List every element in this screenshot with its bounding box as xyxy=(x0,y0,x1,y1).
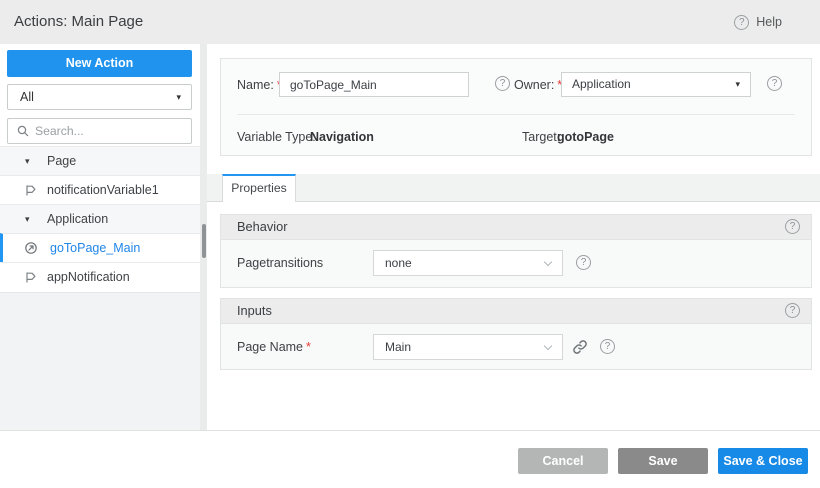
action-tree: ▾ Page notificationVariable1 ▾ Applicati… xyxy=(0,146,200,291)
tree-group-page[interactable]: ▾ Page xyxy=(0,146,200,175)
tab-properties[interactable]: Properties xyxy=(222,174,296,202)
notification-variable-icon xyxy=(24,183,38,197)
save-and-close-button[interactable]: Save & Close xyxy=(718,448,808,474)
search-input[interactable] xyxy=(35,124,175,138)
tree-group-application[interactable]: ▾ Application xyxy=(0,204,200,233)
tree-item-label: appNotification xyxy=(47,270,130,284)
page-name-help-icon[interactable]: ? xyxy=(600,339,615,354)
section-title: Inputs xyxy=(237,303,272,318)
name-input[interactable] xyxy=(279,72,469,97)
chevron-down-icon xyxy=(543,341,553,351)
behavior-section-header: Behavior ? xyxy=(221,215,811,240)
target-value: gotoPage xyxy=(557,130,614,144)
sidebar-scrollbar-thumb[interactable] xyxy=(202,224,206,258)
required-asterisk: * xyxy=(306,340,311,354)
pagetransitions-label: Pagetransitions xyxy=(237,256,324,270)
owner-select[interactable]: Application ▾ xyxy=(561,72,751,97)
tree-group-label: Application xyxy=(47,212,109,226)
help-button[interactable]: ? Help xyxy=(734,0,782,44)
pagetransitions-select-value: none xyxy=(385,256,412,270)
dropdown-arrow-icon: ▾ xyxy=(735,79,740,89)
tab-strip: Properties xyxy=(207,174,820,202)
variable-type-label: Variable Type: xyxy=(237,130,316,144)
panel-divider xyxy=(237,114,795,115)
help-question-icon[interactable]: ? xyxy=(734,14,750,30)
tree-item-appnotification[interactable]: appNotification xyxy=(0,262,200,291)
dialog-header: Actions: Main Page ? Help xyxy=(0,0,820,44)
inputs-section: Inputs ? Page Name * Main ? xyxy=(220,298,812,370)
search-box xyxy=(7,118,192,144)
pagetransitions-help-icon[interactable]: ? xyxy=(576,255,591,270)
cancel-button[interactable]: Cancel xyxy=(518,448,608,474)
behavior-section-body: Pagetransitions none ? xyxy=(221,240,811,286)
section-help-icon[interactable]: ? xyxy=(785,219,800,234)
tree-item-notificationvariable1[interactable]: notificationVariable1 xyxy=(0,175,200,204)
help-label[interactable]: Help xyxy=(756,15,782,29)
tree-group-label: Page xyxy=(47,154,77,168)
save-button[interactable]: Save xyxy=(618,448,708,474)
filter-select-value: All xyxy=(20,90,34,104)
owner-select-value: Application xyxy=(572,77,631,91)
behavior-section: Behavior ? Pagetransitions none ? xyxy=(220,214,812,288)
action-summary-panel: Name:* ? Owner:* Application ▾ ? Variabl… xyxy=(220,58,812,156)
new-action-button[interactable]: New Action xyxy=(7,50,192,77)
filter-select[interactable]: All ▾ xyxy=(7,84,192,110)
actions-dialog: Actions: Main Page ? Help New Action All… xyxy=(0,0,820,488)
navigation-action-icon xyxy=(24,241,38,255)
owner-help-icon[interactable]: ? xyxy=(767,76,782,91)
name-label: Name:* xyxy=(237,78,282,92)
name-help-icon[interactable]: ? xyxy=(495,76,510,91)
owner-label: Owner: * xyxy=(514,78,563,92)
sidebar-empty-area xyxy=(0,292,200,430)
dropdown-arrow-icon: ▾ xyxy=(176,92,181,102)
notification-variable-icon xyxy=(24,270,38,284)
footer: Cancel Save Save & Close xyxy=(0,431,820,488)
section-help-icon[interactable]: ? xyxy=(785,303,800,318)
tree-item-label: goToPage_Main xyxy=(50,241,141,255)
bind-link-icon[interactable] xyxy=(571,338,589,356)
page-name-label: Page Name * xyxy=(237,340,311,354)
pagetransitions-select[interactable]: none xyxy=(373,250,563,276)
page-name-select[interactable]: Main xyxy=(373,334,563,360)
section-title: Behavior xyxy=(237,219,288,234)
variable-type-value: Navigation xyxy=(310,130,374,144)
tree-item-label: notificationVariable1 xyxy=(47,183,159,197)
caret-down-icon[interactable]: ▾ xyxy=(25,205,30,233)
main-content: Name:* ? Owner:* Application ▾ ? Variabl… xyxy=(207,44,820,430)
chevron-down-icon xyxy=(543,257,553,267)
inputs-section-header: Inputs ? xyxy=(221,299,811,324)
search-icon xyxy=(17,125,29,137)
inputs-section-body: Page Name * Main ? xyxy=(221,324,811,370)
page-name-select-value: Main xyxy=(385,340,412,354)
sidebar: New Action All ▾ ▾ Page xyxy=(0,44,200,430)
page-title: Actions: Main Page xyxy=(14,13,144,30)
tree-item-gotopage-main[interactable]: goToPage_Main xyxy=(0,233,200,262)
caret-down-icon[interactable]: ▾ xyxy=(25,147,30,175)
target-label: Target: xyxy=(522,130,561,144)
